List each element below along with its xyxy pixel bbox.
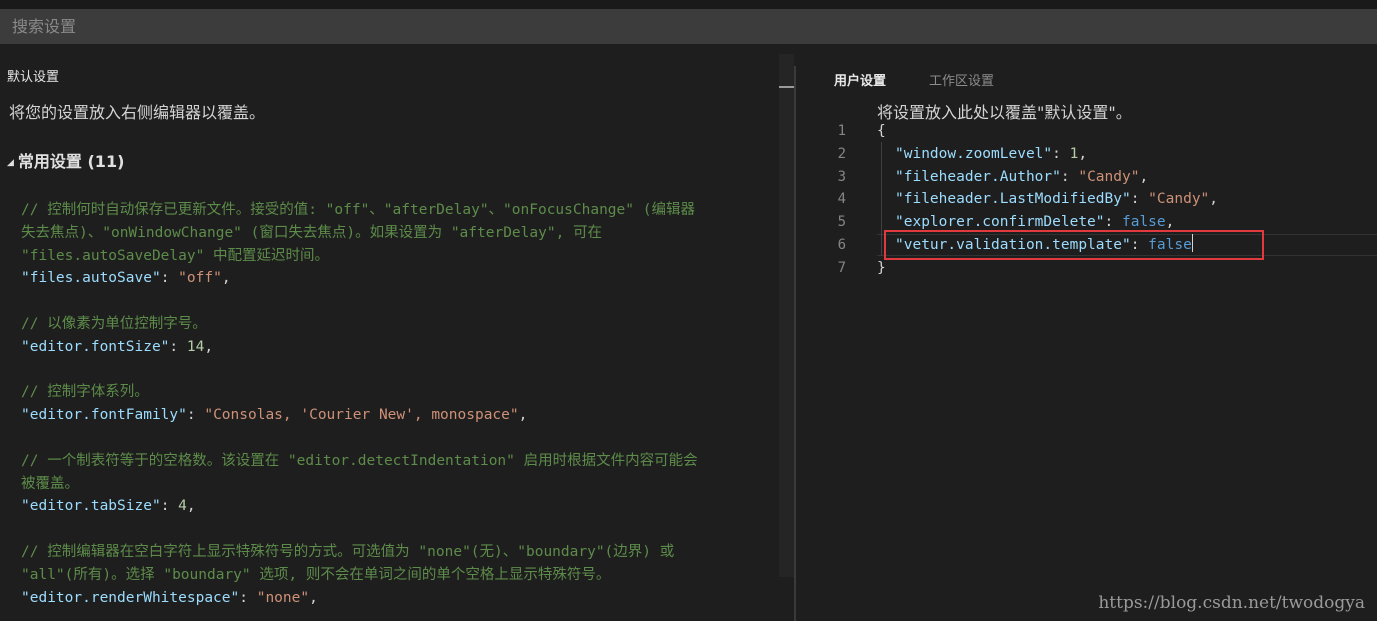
string-value: "Candy" (1148, 191, 1210, 208)
default-settings-hint: 将您的设置放入右侧编辑器以覆盖。 (9, 103, 266, 122)
punctuation: , (1209, 191, 1219, 208)
punctuation: : (1104, 214, 1122, 231)
setting-key: "explorer.confirmDelete" (895, 214, 1105, 231)
code-comment: // 一个制表符等于的空格数。该设置在 "editor.detectIndent… (21, 452, 698, 469)
collapse-triangle-icon[interactable]: ◢ (7, 158, 14, 168)
editor-line: 3 "fileheader.Author": "Candy", (796, 166, 1377, 189)
punctuation: , (221, 270, 231, 287)
punctuation: , (204, 338, 214, 355)
punctuation: , (186, 498, 196, 515)
code-line: "editor.renderWhitespace": "none", (21, 587, 781, 610)
line-number: 7 (837, 259, 846, 276)
editor-line: 2 "window.zoomLevel": 1, (796, 143, 1377, 166)
section-title: 常用设置 (11) (17, 152, 125, 171)
scrollbar-marker (779, 86, 794, 88)
punctuation: , (1078, 145, 1088, 162)
code-line: "all"(所有)。选择 "boundary" 选项, 则不会在单词之间的单个空… (21, 564, 781, 587)
line-number: 4 (837, 191, 846, 208)
title-strip (0, 0, 1377, 9)
code-line: // 一个制表符等于的空格数。该设置在 "editor.detectIndent… (21, 450, 781, 473)
punctuation: : (1060, 168, 1079, 185)
punctuation: { (877, 123, 886, 139)
keyword-value: false (1121, 214, 1166, 231)
code-line: "files.autoSave": "off", (21, 267, 781, 290)
punctuation: : (160, 270, 179, 287)
punctuation: : (169, 338, 187, 355)
code-line: ​ (21, 518, 781, 541)
code-line: 失去焦点)、"onWindowChange" (窗口失去焦点)。如果设置为 "a… (21, 222, 781, 245)
setting-key: "editor.fontFamily" (21, 407, 187, 424)
code-line: // 以像素为单位控制字号。 (21, 313, 781, 336)
code-line: // 控制编辑器在空白字符上显示特殊符号的方式。可选值为 "none"(无)、"… (21, 541, 781, 564)
watermark: https://blog.csdn.net/twodogya (1098, 593, 1365, 613)
punctuation: , (518, 407, 528, 424)
punctuation: : (186, 407, 205, 424)
annotation-highlight-box (884, 230, 1264, 260)
line-code: "fileheader.Author": "Candy", (895, 166, 1148, 189)
code-line: // 控制何时自动保存已更新文件。接受的值: "off"、"afterDelay… (21, 199, 781, 222)
string-value: "none" (256, 589, 310, 606)
number-value: 4 (178, 498, 187, 515)
default-settings-code[interactable]: // 控制何时自动保存已更新文件。接受的值: "off"、"afterDelay… (21, 199, 781, 609)
line-code: "fileheader.LastModifiedBy": "Candy", (895, 188, 1218, 211)
string-value: "off" (178, 270, 222, 287)
code-comment: // 控制字体系列。 (21, 384, 149, 401)
punctuation: : (239, 589, 257, 606)
punctuation: , (1139, 168, 1149, 185)
line-number: 1 (837, 123, 846, 139)
line-number: 5 (837, 214, 846, 231)
punctuation: } (877, 259, 886, 276)
tab-user-settings[interactable]: 用户设置 (834, 70, 886, 89)
tab-workspace-settings[interactable]: 工作区设置 (929, 70, 994, 89)
string-value: "Candy" (1078, 168, 1140, 185)
line-number: 2 (837, 145, 846, 162)
code-comment: 被覆盖。 (21, 475, 79, 492)
number-value: 14 (186, 338, 205, 355)
code-comment: // 控制编辑器在空白字符上显示特殊符号的方式。可选值为 "none"(无)、"… (21, 543, 675, 560)
search-input[interactable] (12, 9, 1377, 44)
editor-line: 4 "fileheader.LastModifiedBy": "Candy", (796, 188, 1377, 211)
code-comment: 失去焦点)、"onWindowChange" (窗口失去焦点)。如果设置为 "a… (21, 224, 603, 241)
punctuation: : (1130, 191, 1149, 208)
code-comment: "files.autoSaveDelay" 中配置延迟时间。 (21, 247, 330, 264)
setting-key: "window.zoomLevel" (895, 145, 1053, 162)
line-code: } (877, 257, 886, 280)
left-scrollbar[interactable] (779, 54, 794, 577)
setting-key: "fileheader.Author" (895, 168, 1061, 185)
code-line: // 控制字体系列。 (21, 381, 781, 404)
section-common-settings[interactable]: ◢ 常用设置 (11) (7, 148, 124, 172)
punctuation: , (1165, 214, 1175, 231)
editor-line: 7} (796, 257, 1377, 280)
setting-key: "fileheader.LastModifiedBy" (895, 191, 1131, 208)
code-line: "files.autoSaveDelay" 中配置延迟时间。 (21, 245, 781, 268)
setting-key: "editor.tabSize" (21, 498, 161, 515)
code-line: ​ (21, 359, 781, 382)
code-comment: // 控制何时自动保存已更新文件。接受的值: "off"、"afterDelay… (21, 202, 695, 218)
default-settings-header: 默认设置 (7, 70, 60, 85)
setting-key: "editor.fontSize" (21, 338, 170, 355)
settings-tabs: 用户设置 工作区设置 (834, 70, 1037, 89)
user-settings-pane: 用户设置 工作区设置 将设置放入此处以覆盖"默认设置"。 1{2 "window.z… (796, 44, 1377, 621)
punctuation: : (160, 498, 179, 515)
default-settings-pane: 默认设置 将您的设置放入右侧编辑器以覆盖。 ◢ 常用设置 (11) // 控制何时… (0, 44, 780, 621)
code-line: ​ (21, 427, 781, 450)
line-code: "window.zoomLevel": 1, (895, 143, 1087, 166)
code-line: 被覆盖。 (21, 473, 781, 496)
line-code: { (877, 120, 886, 143)
string-value: "Consolas, 'Courier New', monospace" (204, 407, 519, 424)
code-line: "editor.fontSize": 14, (21, 336, 781, 359)
punctuation: : (1052, 145, 1070, 162)
setting-key: "files.autoSave" (21, 270, 161, 287)
search-bar[interactable] (0, 9, 1377, 44)
code-comment: "all"(所有)。选择 "boundary" 选项, 则不会在单词之间的单个空… (21, 566, 611, 583)
code-line: "editor.tabSize": 4, (21, 495, 781, 518)
line-number: 6 (837, 236, 846, 253)
punctuation: , (309, 589, 318, 606)
setting-key: "editor.renderWhitespace" (21, 589, 240, 606)
code-line: ​ (21, 290, 781, 313)
line-number: 3 (837, 168, 846, 185)
editor-line: 1{ (796, 120, 1377, 143)
code-comment: // 以像素为单位控制字号。 (21, 315, 207, 332)
code-line: "editor.fontFamily": "Consolas, 'Courier… (21, 404, 781, 427)
